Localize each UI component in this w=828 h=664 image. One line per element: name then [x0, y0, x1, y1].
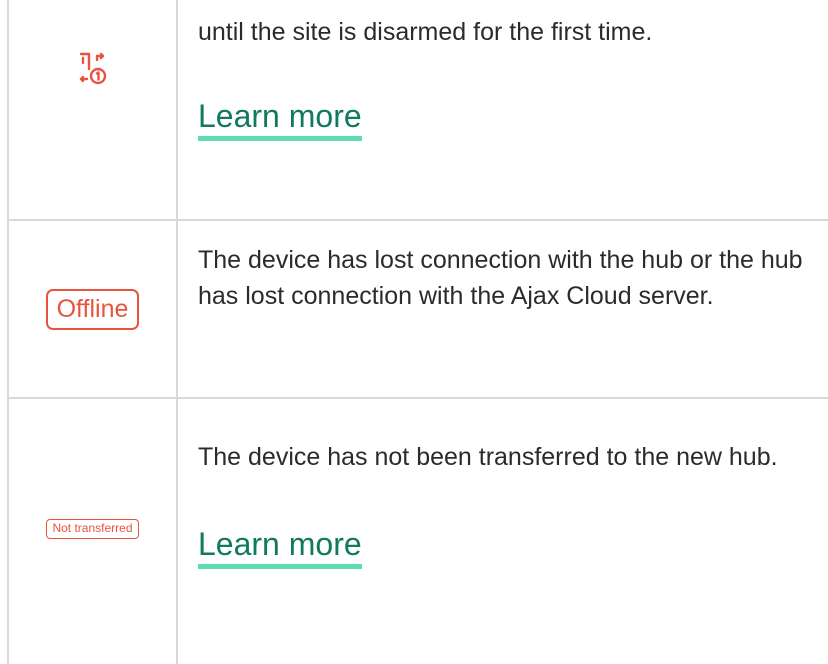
- status-icon-cell: [9, 40, 176, 100]
- learn-more-link[interactable]: Learn more: [198, 97, 362, 141]
- status-description-cell: The device has lost connection with the …: [198, 242, 818, 314]
- row-divider: [7, 219, 828, 221]
- status-description: The device has not been transferred to t…: [198, 443, 778, 471]
- table-column-divider: [176, 0, 178, 664]
- delay-after-arming-icon: [78, 51, 108, 90]
- not-transferred-status-badge: Not transferred: [46, 519, 139, 539]
- status-description: until the site is disarmed for the first…: [198, 18, 653, 46]
- status-description-cell: until the site is disarmed for the first…: [198, 14, 818, 141]
- offline-status-badge: Offline: [45, 288, 140, 330]
- learn-more-link[interactable]: Learn more: [198, 525, 362, 569]
- status-description-cell: The device has not been transferred to t…: [198, 439, 818, 569]
- row-divider: [7, 397, 828, 399]
- status-icon-cell: Offline: [9, 284, 176, 334]
- status-icon-cell: Not transferred: [9, 517, 176, 541]
- status-table: until the site is disarmed for the first…: [0, 0, 828, 664]
- status-description: The device has lost connection with the …: [198, 246, 803, 310]
